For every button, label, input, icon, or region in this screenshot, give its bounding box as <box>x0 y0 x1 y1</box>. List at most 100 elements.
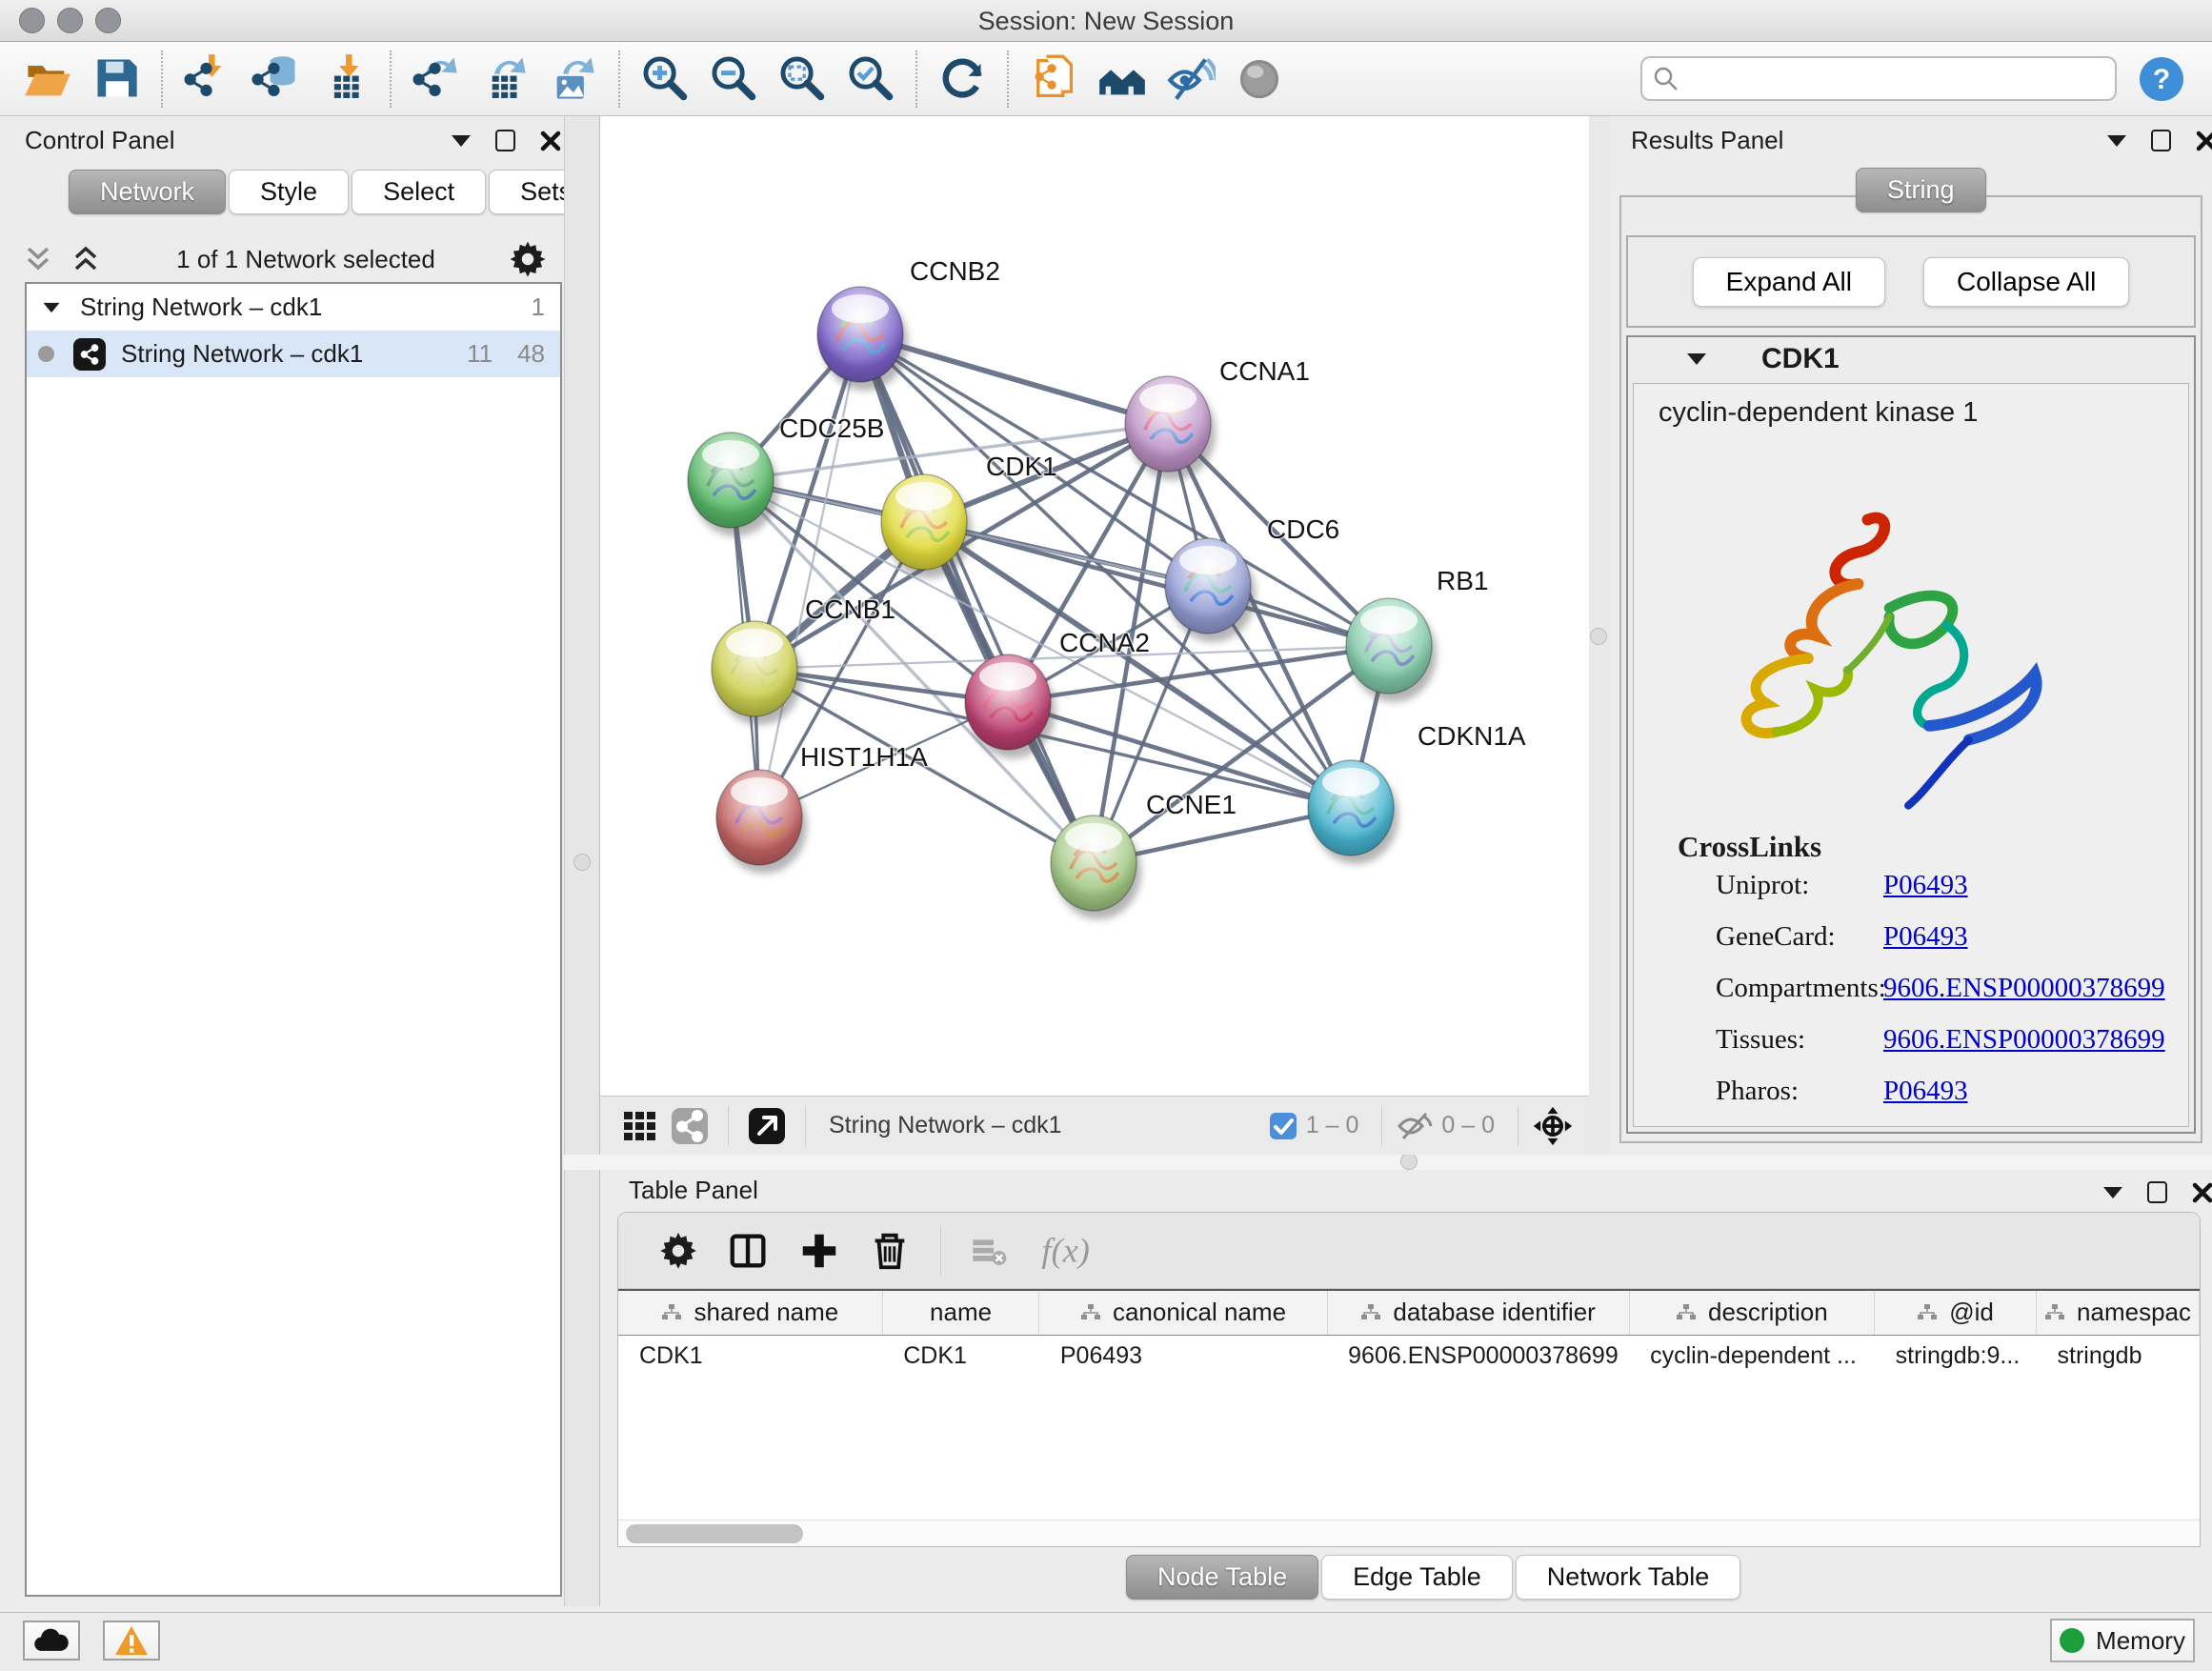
network-node-cdk1[interactable] <box>881 474 972 578</box>
column-header-shared-name[interactable]: shared name <box>618 1290 882 1335</box>
export-network-button[interactable] <box>407 49 466 110</box>
network-node-ccne1[interactable] <box>1051 815 1141 919</box>
network-node-hist1h1a[interactable] <box>716 770 807 874</box>
zoom-fit-button[interactable] <box>773 49 832 110</box>
crosslink-link[interactable]: P06493 <box>1883 1076 1968 1107</box>
tab-network-table[interactable]: Network Table <box>1516 1555 1741 1600</box>
column-header-canonical-name[interactable]: canonical name <box>1039 1290 1327 1335</box>
table-cell[interactable]: stringdb <box>2037 1335 2200 1378</box>
import-network-database-button[interactable] <box>247 49 306 110</box>
crosslink-link[interactable]: 9606.ENSP00000378699 <box>1883 973 2165 1004</box>
search-input[interactable] <box>1680 65 2105 92</box>
home-button[interactable] <box>1093 49 1152 110</box>
tab-style[interactable]: Style <box>229 170 349 214</box>
level-of-detail-button[interactable] <box>1230 49 1289 110</box>
zoom-selected-button[interactable] <box>841 49 900 110</box>
expand-all-button[interactable]: Expand All <box>1693 257 1885 307</box>
help-button[interactable]: ? <box>2138 55 2185 103</box>
close-panel-icon[interactable] <box>2196 131 2212 151</box>
network-node-ccnb2[interactable] <box>817 287 908 391</box>
network-node-cdc6[interactable] <box>1165 538 1256 642</box>
zoom-fit-icon <box>777 53 827 103</box>
float-panel-icon[interactable] <box>2151 130 2171 151</box>
refresh-button[interactable] <box>933 49 992 110</box>
table-cell[interactable]: 9606.ENSP00000378699 <box>1327 1335 1629 1378</box>
table-cell[interactable]: cyclin-dependent ... <box>1629 1335 1875 1378</box>
window-zoom-button[interactable] <box>95 8 121 33</box>
table-row[interactable]: CDK1CDK1P064939606.ENSP00000378699cyclin… <box>618 1335 2200 1378</box>
section-disclosure-icon[interactable] <box>1687 353 1706 365</box>
collection-disclosure-icon[interactable] <box>44 302 60 312</box>
detach-view-icon[interactable] <box>747 1106 787 1146</box>
hide-graphics-button[interactable] <box>1161 49 1220 110</box>
zoom-in-button[interactable] <box>635 49 694 110</box>
splitter-handle[interactable] <box>573 854 591 871</box>
open-session-button[interactable] <box>18 49 77 110</box>
window-close-button[interactable] <box>19 8 45 33</box>
scrollbar-thumb[interactable] <box>626 1524 803 1543</box>
gear-icon[interactable] <box>656 1229 700 1273</box>
birds-eye-icon[interactable] <box>1532 1105 1574 1147</box>
export-table-button[interactable] <box>475 49 534 110</box>
column-header-database-identifier[interactable]: database identifier <box>1327 1290 1629 1335</box>
share-document-button[interactable] <box>1024 49 1083 110</box>
float-panel-icon[interactable] <box>495 130 515 151</box>
tab-network[interactable]: Network <box>69 170 226 214</box>
collapse-all-button[interactable]: Collapse All <box>1923 257 2129 307</box>
zoom-out-button[interactable] <box>704 49 763 110</box>
warning-status-button[interactable] <box>103 1621 160 1661</box>
network-canvas[interactable]: CCNB2CCNA1CDC25BCDK1CDC6RB1CCNB1CCNA2CDK… <box>600 116 1589 1096</box>
memory-button[interactable]: Memory <box>2050 1619 2195 1662</box>
add-column-icon[interactable] <box>797 1229 841 1273</box>
column-header-description[interactable]: description <box>1629 1290 1875 1335</box>
grid-view-icon[interactable] <box>620 1106 660 1146</box>
delete-icon[interactable] <box>868 1229 912 1273</box>
splitter-handle[interactable] <box>1400 1153 1418 1170</box>
tab-edge-table[interactable]: Edge Table <box>1321 1555 1513 1600</box>
network-row[interactable]: String Network – cdk1 11 48 <box>27 331 560 377</box>
network-collection-row[interactable]: String Network – cdk1 1 <box>27 284 560 331</box>
table-cell[interactable]: stringdb:9... <box>1875 1335 2037 1378</box>
network-node-cdc25b[interactable] <box>688 433 778 536</box>
window-minimize-button[interactable] <box>57 8 83 33</box>
collapse-all-tree-icon[interactable] <box>21 245 55 273</box>
column-header-name[interactable]: name <box>882 1290 1039 1335</box>
network-node-ccna1[interactable] <box>1125 376 1216 480</box>
gear-icon[interactable] <box>509 240 547 278</box>
crosslink-link[interactable]: P06493 <box>1883 870 1968 901</box>
results-splitter[interactable] <box>1589 116 1610 1155</box>
horizontal-splitter[interactable] <box>564 1155 2212 1170</box>
column-header--id[interactable]: @id <box>1875 1290 2037 1335</box>
node-result-header[interactable]: CDK1 <box>1628 337 2194 381</box>
tab-node-table[interactable]: Node Table <box>1126 1555 1318 1600</box>
import-network-file-button[interactable] <box>178 49 237 110</box>
crosslink-link[interactable]: P06493 <box>1883 921 1968 953</box>
float-panel-icon[interactable] <box>2147 1181 2167 1203</box>
table-cell[interactable]: CDK1 <box>618 1335 882 1378</box>
import-table-button[interactable] <box>315 49 374 110</box>
save-session-button[interactable] <box>87 49 146 110</box>
table-cell[interactable]: P06493 <box>1039 1335 1327 1378</box>
table-horizontal-scrollbar[interactable] <box>618 1520 2200 1546</box>
columns-icon[interactable] <box>727 1229 771 1273</box>
control-panel: Control Panel NetworkStyleSelectSets 1 o… <box>0 116 564 1606</box>
close-panel-icon[interactable] <box>540 131 561 151</box>
network-node-rb1[interactable] <box>1346 598 1437 702</box>
search-field[interactable] <box>1640 56 2117 101</box>
cloud-status-button[interactable] <box>23 1621 80 1661</box>
splitter-handle[interactable] <box>1590 628 1607 645</box>
export-image-button[interactable] <box>544 49 603 110</box>
close-panel-icon[interactable] <box>2192 1182 2212 1203</box>
column-header-namespac[interactable]: namespac <box>2037 1290 2200 1335</box>
panel-menu-icon[interactable] <box>2103 1187 2122 1198</box>
crosslink-link[interactable]: 9606.ENSP00000378699 <box>1883 1024 2165 1056</box>
panel-menu-icon[interactable] <box>452 135 471 147</box>
string-view-icon[interactable] <box>670 1106 710 1146</box>
panel-menu-icon[interactable] <box>2107 135 2126 147</box>
vertical-splitter[interactable] <box>564 116 600 1606</box>
table-cell[interactable]: CDK1 <box>882 1335 1039 1378</box>
network-node-cdkn1a[interactable] <box>1308 760 1398 864</box>
tab-string[interactable]: String <box>1856 168 1986 212</box>
tab-select[interactable]: Select <box>352 170 486 214</box>
expand-all-tree-icon[interactable] <box>69 245 103 273</box>
